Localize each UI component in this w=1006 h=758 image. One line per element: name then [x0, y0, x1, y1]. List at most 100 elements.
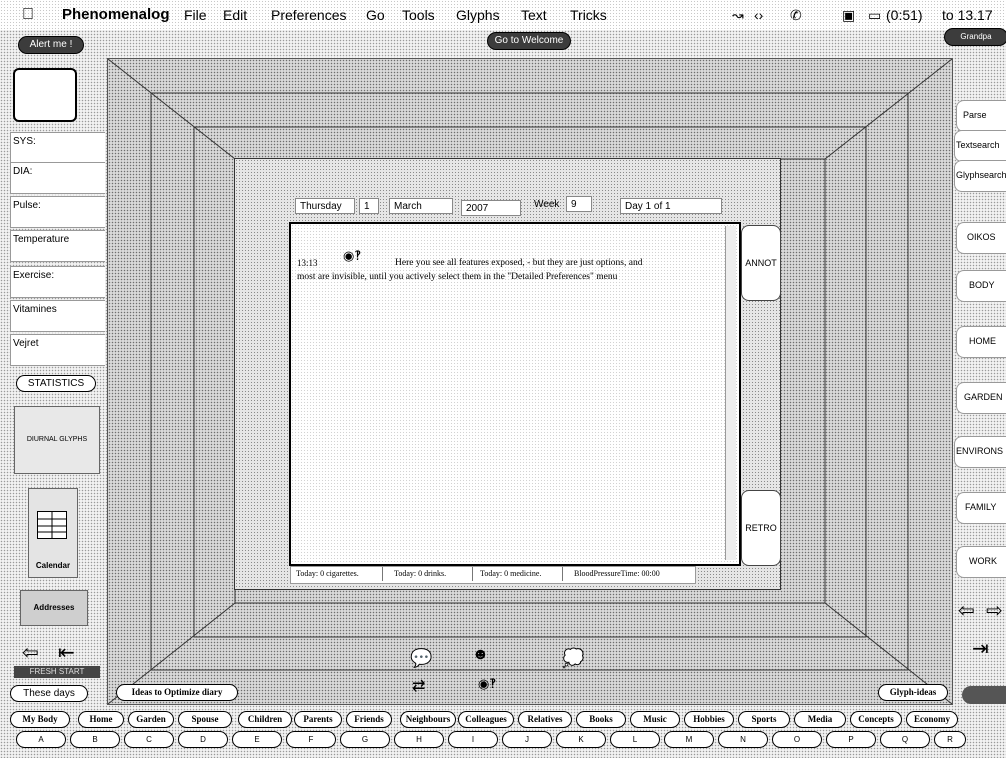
menu-go[interactable]: Go: [366, 0, 385, 30]
temperature-field[interactable]: Temperature: [10, 230, 105, 262]
glyphsearch-button[interactable]: Glyphsearch: [954, 160, 1006, 192]
menu-text[interactable]: Text: [521, 0, 547, 30]
letter-e-button[interactable]: E: [232, 731, 282, 748]
topic-media-button[interactable]: Media: [794, 711, 846, 728]
battery-icon[interactable]: ▭: [868, 0, 881, 30]
letter-g-button[interactable]: G: [340, 731, 390, 748]
people-glyph-icon[interactable]: ☻: [472, 646, 489, 664]
diary-text-area[interactable]: 13:13 ◉‽ Here you see all features expos…: [289, 222, 741, 566]
dia-field[interactable]: DIA:: [10, 162, 105, 194]
topic-parents-button[interactable]: Parents: [294, 711, 342, 728]
menu-tools[interactable]: Tools: [402, 0, 435, 30]
work-button[interactable]: WORK: [956, 546, 1006, 578]
menu-preferences[interactable]: Preferences: [271, 0, 346, 30]
textsearch-button[interactable]: Textsearch: [954, 130, 1006, 162]
clock[interactable]: to 13.17: [942, 0, 993, 30]
flag-icon[interactable]: ▣: [842, 0, 855, 30]
eye-glyph-icon[interactable]: ◉‽: [478, 676, 496, 692]
topic-relatives-button[interactable]: Relatives: [518, 711, 572, 728]
diary-scrollbar[interactable]: [725, 226, 736, 560]
parse-button[interactable]: Parse: [956, 100, 1006, 132]
letter-f-button[interactable]: F: [286, 731, 336, 748]
photo-box[interactable]: [13, 68, 77, 122]
letter-a-button[interactable]: A: [16, 731, 66, 748]
topic-garden-button[interactable]: Garden: [128, 711, 174, 728]
garden-button[interactable]: GARDEN: [956, 382, 1006, 414]
topic-books-button[interactable]: Books: [576, 711, 626, 728]
retro-button[interactable]: RETRO: [741, 490, 781, 566]
vejret-field[interactable]: Vejret: [10, 334, 105, 366]
topic-colleagues-button[interactable]: Colleagues: [458, 711, 514, 728]
topic-children-button[interactable]: Children: [238, 711, 292, 728]
topic-concepts-button[interactable]: Concepts: [850, 711, 902, 728]
topic-friends-button[interactable]: Friends: [346, 711, 392, 728]
letter-r-button[interactable]: R: [934, 731, 966, 748]
letter-m-button[interactable]: M: [664, 731, 714, 748]
vitamines-field[interactable]: Vitamines: [10, 300, 105, 332]
oikos-button[interactable]: OIKOS: [956, 222, 1006, 254]
year-field[interactable]: 2007: [461, 200, 521, 216]
menu-tricks[interactable]: Tricks: [570, 0, 607, 30]
menu-edit[interactable]: Edit: [223, 0, 247, 30]
back-arrow-icon[interactable]: ⇦: [22, 640, 39, 665]
topic-neighbours-button[interactable]: Neighbours: [400, 711, 456, 728]
apple-menu-icon[interactable]: : [22, 0, 34, 30]
last-page-icon[interactable]: ⇥: [972, 636, 989, 661]
letter-j-button[interactable]: J: [502, 731, 552, 748]
topic-music-button[interactable]: Music: [630, 711, 680, 728]
month-field[interactable]: March: [389, 198, 453, 214]
arrows-icon[interactable]: ‹›: [754, 0, 763, 30]
sys-field[interactable]: SYS:: [10, 132, 105, 164]
addresses-button[interactable]: Addresses: [20, 590, 88, 626]
go-to-welcome-button[interactable]: Go to Welcome: [487, 32, 571, 50]
app-menu[interactable]: Phenomenalog: [62, 0, 170, 30]
glyph-ideas-button[interactable]: Glyph-ideas: [878, 684, 948, 701]
letter-p-button[interactable]: P: [826, 731, 876, 748]
letter-l-button[interactable]: L: [610, 731, 660, 748]
alert-me-button[interactable]: Alert me !: [18, 36, 84, 54]
left-arrow-icon[interactable]: ⇦: [958, 598, 975, 623]
letter-o-button[interactable]: O: [772, 731, 822, 748]
pulse-field[interactable]: Pulse:: [10, 196, 105, 228]
right-arrow-icon[interactable]: ⇨: [986, 598, 1003, 623]
letter-c-button[interactable]: C: [124, 731, 174, 748]
letter-d-button[interactable]: D: [178, 731, 228, 748]
ideas-button[interactable]: Ideas to Optimize diary: [116, 684, 238, 701]
home-button[interactable]: HOME: [956, 326, 1006, 358]
letter-q-button[interactable]: Q: [880, 731, 930, 748]
letter-b-button[interactable]: B: [70, 731, 120, 748]
cigarettes-counter[interactable]: Today: 0 cigarettes.: [292, 567, 383, 581]
menu-glyphs[interactable]: Glyphs: [456, 0, 500, 30]
diurnal-glyphs-button[interactable]: DIURNAL GLYPHS: [14, 406, 100, 474]
first-page-icon[interactable]: ⇤: [58, 640, 75, 665]
letter-k-button[interactable]: K: [556, 731, 606, 748]
topic-home-button[interactable]: Home: [78, 711, 124, 728]
exercise-field[interactable]: Exercise:: [10, 266, 105, 298]
dark-side-button[interactable]: [962, 686, 1006, 704]
annot-button[interactable]: ANNOT: [741, 225, 781, 301]
menu-file[interactable]: File: [184, 0, 207, 30]
fresh-start-label[interactable]: FRESH START: [14, 666, 100, 678]
blood-pressure-time[interactable]: BloodPressureTime: 00:00: [570, 567, 692, 581]
statistics-button[interactable]: STATISTICS: [16, 375, 96, 392]
drinks-counter[interactable]: Today: 0 drinks.: [390, 567, 473, 581]
topic-hobbies-button[interactable]: Hobbies: [684, 711, 734, 728]
phone-icon[interactable]: ✆: [790, 0, 802, 30]
script-icon[interactable]: ↝: [732, 0, 744, 30]
day-field[interactable]: 1: [359, 198, 379, 214]
topic-my-body-button[interactable]: My Body: [10, 711, 70, 728]
letter-i-button[interactable]: I: [448, 731, 498, 748]
letter-n-button[interactable]: N: [718, 731, 768, 748]
calendar-button[interactable]: Calendar: [28, 488, 78, 578]
topic-sports-button[interactable]: Sports: [738, 711, 790, 728]
letter-h-button[interactable]: H: [394, 731, 444, 748]
thought-glyph-icon[interactable]: 💭: [562, 648, 584, 669]
topic-spouse-button[interactable]: Spouse: [178, 711, 232, 728]
weekday-field[interactable]: Thursday: [295, 198, 355, 214]
medicine-counter[interactable]: Today: 0 medicine.: [476, 567, 563, 581]
body-button[interactable]: BODY: [956, 270, 1006, 302]
environs-button[interactable]: ENVIRONS: [954, 436, 1006, 468]
grandpa-button[interactable]: Grandpa: [944, 28, 1006, 46]
week-field[interactable]: 9: [566, 196, 592, 212]
these-days-button[interactable]: These days: [10, 685, 88, 702]
